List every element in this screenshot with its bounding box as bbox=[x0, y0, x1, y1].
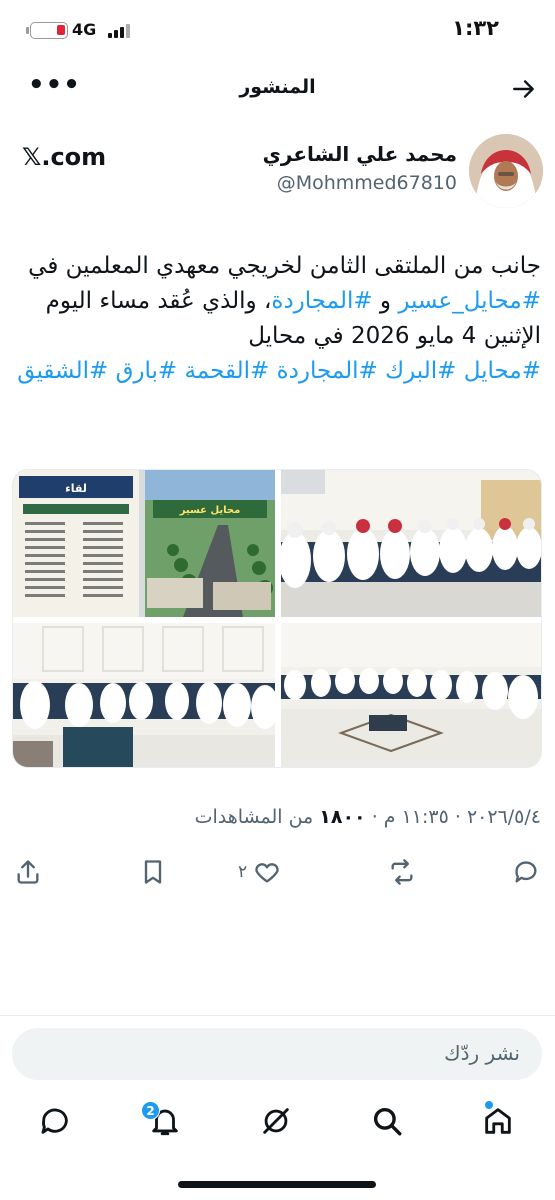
post-date: ٢٠٢٦/٥/٤ bbox=[466, 806, 541, 828]
reply-placeholder: نشر ردّك bbox=[444, 1041, 520, 1065]
views-label: من المشاهدات bbox=[194, 806, 320, 828]
network-type: 4G bbox=[72, 20, 97, 39]
post-text-part: جانب من الملتقى الثامن لخريجي معهدي المع… bbox=[28, 253, 541, 279]
signal-icon bbox=[108, 24, 130, 38]
hashtag-link[interactable]: #المجاردة bbox=[277, 358, 378, 384]
avatar[interactable] bbox=[469, 134, 543, 208]
divider bbox=[0, 1015, 555, 1016]
post-header: ••• المنشور bbox=[0, 62, 555, 114]
retweet-icon bbox=[391, 859, 413, 885]
notifications-badge: 2 bbox=[141, 1101, 160, 1120]
view-count: ١٨٠٠ bbox=[319, 806, 366, 828]
poster-title: لقاء bbox=[65, 482, 87, 495]
share-button[interactable] bbox=[14, 854, 42, 890]
media-photo-gathering-2[interactable] bbox=[13, 623, 275, 767]
banner-text: محايل عسير bbox=[179, 505, 241, 516]
hashtag-link[interactable]: #القحمة bbox=[185, 358, 270, 384]
media-photo-gathering-3[interactable] bbox=[281, 623, 541, 767]
share-icon bbox=[17, 860, 39, 884]
home-icon[interactable] bbox=[481, 1104, 515, 1138]
media-photo-gathering-1[interactable] bbox=[281, 470, 541, 617]
bookmark-button[interactable] bbox=[139, 854, 167, 890]
post-time: ١١:٣٥ م bbox=[383, 806, 449, 828]
hashtag-link[interactable]: #الشقيق bbox=[17, 358, 108, 384]
post-text: جانب من الملتقى الثامن لخريجي معهدي المع… bbox=[11, 249, 541, 389]
author-handle[interactable]: @Mohmmed67810 bbox=[277, 172, 457, 194]
x-source-label: 𝕏.com bbox=[22, 143, 107, 171]
like-button[interactable]: ٢ bbox=[238, 854, 281, 890]
meta-separator: · bbox=[365, 806, 384, 828]
media-grid: لقاء محايل عسير bbox=[12, 469, 542, 768]
reply-icon bbox=[515, 861, 537, 883]
hashtag-link[interactable]: #البرك bbox=[385, 358, 456, 384]
message-icon[interactable] bbox=[38, 1104, 72, 1138]
search-icon[interactable] bbox=[370, 1104, 404, 1138]
post-text-part: و bbox=[372, 288, 399, 314]
hashtag-link[interactable]: #محايل_عسير bbox=[398, 288, 541, 314]
hashtag-link[interactable]: #محايل bbox=[464, 358, 541, 384]
arrow-right-icon[interactable] bbox=[511, 76, 537, 102]
battery-icon bbox=[26, 22, 68, 39]
status-bar: 4G ١:٣٢ bbox=[0, 0, 555, 60]
post-actions: ٢ bbox=[0, 854, 555, 894]
heart-icon bbox=[255, 863, 279, 883]
page-title: المنشور bbox=[239, 76, 316, 98]
meta-separator: · bbox=[448, 806, 467, 828]
home-indicator-dot bbox=[485, 1101, 493, 1109]
media-photo-poster[interactable]: لقاء محايل عسير bbox=[13, 470, 275, 617]
hashtag-link[interactable]: #بارق bbox=[116, 358, 178, 384]
status-time: ١:٣٢ bbox=[452, 16, 499, 40]
post-meta: ٢٠٢٦/٥/٤ · ١١:٣٥ م · ١٨٠٠ من المشاهدات bbox=[195, 806, 541, 828]
home-indicator bbox=[178, 1181, 376, 1188]
author-name[interactable]: محمد علي الشاعري bbox=[263, 142, 457, 166]
reply-input[interactable]: نشر ردّك bbox=[12, 1028, 542, 1080]
retweet-button[interactable] bbox=[388, 854, 416, 890]
bottom-nav bbox=[0, 1098, 555, 1148]
grok-icon[interactable] bbox=[259, 1104, 293, 1138]
hashtag-link[interactable]: #المجاردة bbox=[271, 288, 372, 314]
bookmark-icon bbox=[144, 860, 162, 884]
reply-button[interactable] bbox=[512, 854, 540, 890]
like-count: ٢ bbox=[238, 862, 248, 882]
